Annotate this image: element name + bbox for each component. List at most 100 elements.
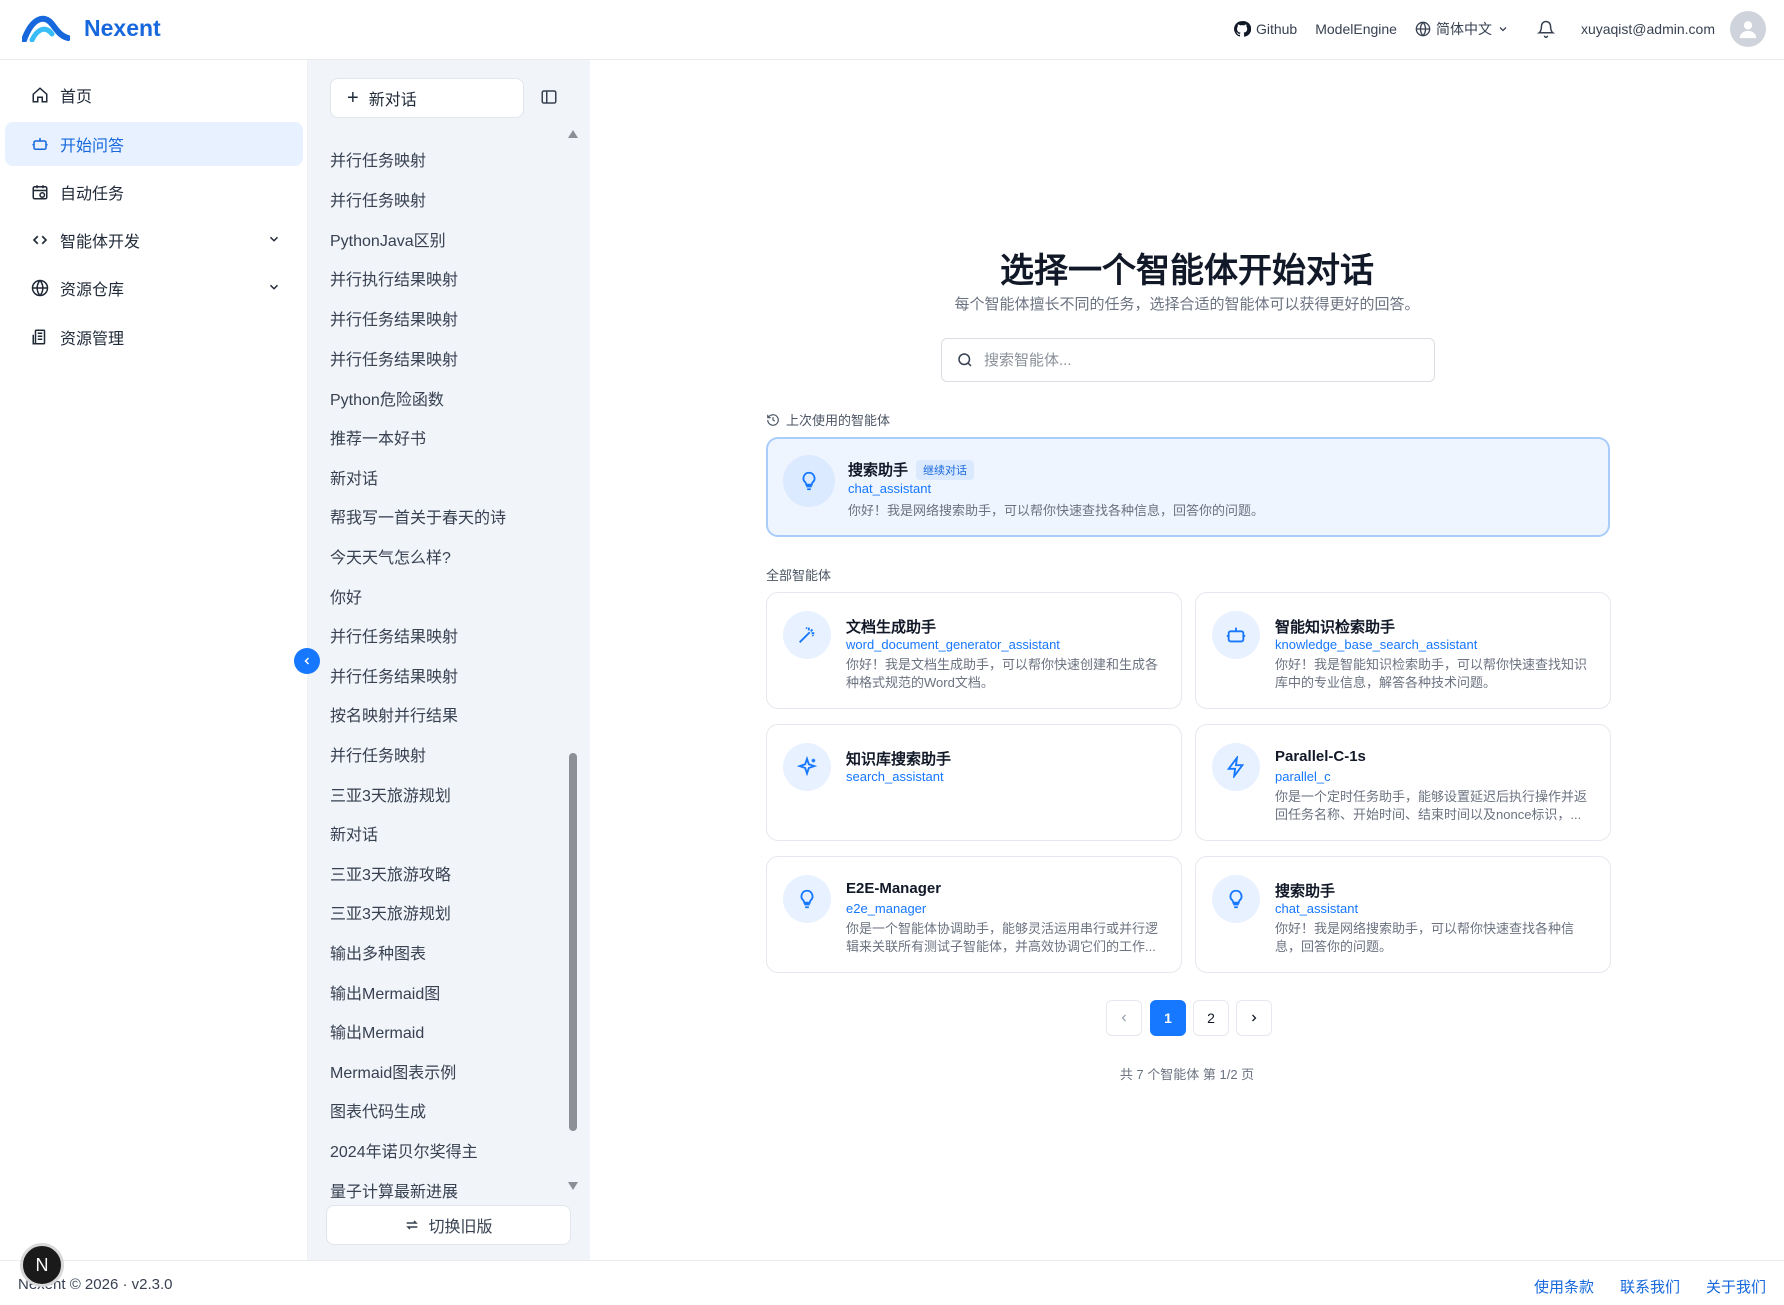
agent-avatar [783,455,835,507]
sidebar-item-agent-dev[interactable]: 智能体开发 [5,218,303,262]
footer-links: 使用条款 联系我们 关于我们 [1534,1276,1766,1297]
agent-search-box[interactable] [941,338,1435,382]
sidebar-item-resource-mgmt[interactable]: 资源管理 [5,315,303,359]
history-icon [767,413,779,426]
home-icon [30,85,50,105]
agent-avatar [783,743,831,791]
calendar-clock-icon [30,182,50,202]
history-item[interactable]: Mermaid图表示例 [330,1059,456,1083]
history-item[interactable]: 输出多种图表 [330,940,426,964]
history-item[interactable]: 并行执行结果映射 [330,266,458,290]
history-item[interactable]: 今天天气怎么样? [330,544,451,568]
history-item[interactable]: 三亚3天旅游规划 [330,782,451,806]
model-engine-link[interactable]: ModelEngine [1315,21,1397,37]
plus-icon: + [347,87,359,109]
footer-link-contact[interactable]: 联系我们 [1620,1276,1680,1297]
sidebar-toggle-icon[interactable] [540,88,558,106]
pagination-page-2[interactable]: 2 [1193,1000,1229,1036]
history-item[interactable]: Python危险函数 [330,386,444,410]
pagination-prev-button[interactable] [1106,1000,1142,1036]
pagination-page-1[interactable]: 1 [1150,1000,1186,1036]
history-item[interactable]: 帮我写一首关于春天的诗 [330,504,506,528]
footer-link-terms[interactable]: 使用条款 [1534,1276,1594,1297]
nexent-logo-icon [22,15,70,42]
collapse-history-button[interactable] [294,648,320,674]
history-item[interactable]: 图表代码生成 [330,1098,426,1122]
scrollbar-thumb[interactable] [569,753,577,1131]
agent-card[interactable]: 智能知识检索助手 knowledge_base_search_assistant… [1195,592,1611,709]
brand-logo[interactable]: Nexent [22,14,161,42]
floating-n-badge[interactable]: N [20,1243,64,1287]
agent-name: 智能知识检索助手 [1275,619,1396,636]
history-item[interactable]: 量子计算最新进展 [330,1178,458,1202]
robot-icon [30,134,50,154]
history-item[interactable]: 三亚3天旅游攻略 [330,861,451,885]
sidebar-item-start-qa[interactable]: 开始问答 [5,122,303,166]
history-item[interactable]: 2024年诺贝尔奖得主 [330,1138,478,1162]
bell-icon [1536,20,1555,38]
history-item[interactable]: 三亚3天旅游规划 [330,900,451,924]
swap-icon [406,1220,419,1230]
all-label-text: 全部智能体 [766,568,832,583]
sidebar-item-label: 自动任务 [60,186,125,203]
history-item[interactable]: 新对话 [330,465,378,489]
globe-icon [30,278,50,298]
agent-id: word_document_generator_assistant [846,637,1060,652]
agent-description: 你好！我是文档生成助手，可以帮你快速创建和生成各种格式规范的Word文档。 [846,657,1159,690]
history-item[interactable]: 并行任务映射 [330,147,426,171]
github-link[interactable]: Github [1233,20,1297,38]
agent-description: 你是一个智能体协调助手，能够灵活运用串行或并行逻辑来关联所有测试子智能体，并高效… [846,921,1159,954]
sidebar-item-label: 智能体开发 [60,234,141,251]
pagination-next-button[interactable] [1236,1000,1272,1036]
sidebar-item-label: 首页 [60,89,93,106]
scroll-down-arrow-icon[interactable] [568,1182,578,1190]
avatar[interactable] [1730,11,1766,47]
history-item[interactable]: 你好 [330,584,362,608]
user-menu[interactable]: xuyaqist@admin.com [1581,11,1766,47]
code-icon [30,230,50,250]
sidebar-item-label: 开始问答 [60,138,125,155]
history-item[interactable]: 并行任务映射 [330,187,426,211]
history-item[interactable]: 并行任务结果映射 [330,623,458,647]
agent-name: Parallel-C-1s [1275,748,1366,765]
sidebar-item-auto-tasks[interactable]: 自动任务 [5,170,303,214]
new-chat-button[interactable]: + 新对话 [330,78,524,118]
github-label: Github [1255,21,1298,37]
agent-card[interactable]: 搜索助手 chat_assistant 你好！我是网络搜索助手，可以帮你快速查找… [1195,856,1611,973]
agent-card[interactable]: 知识库搜索助手 search_assistant [766,724,1182,841]
footer: Nexent © 2026 · v2.3.0 使用条款 联系我们 关于我们 [0,1260,1784,1305]
agent-name: E2E-Manager [846,880,942,897]
history-item[interactable]: 输出Mermaid图 [330,980,440,1004]
sidebar-item-home[interactable]: 首页 [5,73,303,117]
history-item[interactable]: 并行任务结果映射 [330,306,458,330]
agent-id: e2e_manager [846,901,927,916]
history-item[interactable]: 新对话 [330,821,378,845]
agent-id: knowledge_base_search_assistant [1275,637,1478,652]
agent-id: chat_assistant [848,481,932,496]
language-select[interactable]: 简体中文 [1415,19,1509,39]
agent-card[interactable]: E2E-Manager e2e_manager 你是一个智能体协调助手，能够灵活… [766,856,1182,973]
agent-card[interactable]: Parallel-C-1s parallel_c 你是一个定时任务助手，能够设置… [1195,724,1611,841]
switch-old-version-button[interactable]: 切换旧版 [326,1205,571,1245]
scroll-up-arrow-icon[interactable] [568,130,578,138]
sidebar-item-resource-repo[interactable]: 资源仓库 [5,266,303,310]
history-item[interactable]: 按名映射并行结果 [330,702,458,726]
history-item[interactable]: PythonJava区别 [330,227,446,251]
recent-label-text: 上次使用的智能体 [786,413,891,428]
agent-name: 搜索助手 [1275,883,1336,900]
globe-icon [1415,21,1431,37]
history-item[interactable]: 输出Mermaid [330,1019,424,1043]
sidebar-item-label: 资源仓库 [60,282,125,299]
agent-avatar [1212,875,1260,923]
agent-card[interactable]: 文档生成助手 word_document_generator_assistant… [766,592,1182,709]
history-item[interactable]: 推荐一本好书 [330,425,426,449]
notifications-button[interactable] [1536,20,1555,38]
history-item[interactable]: 并行任务结果映射 [330,663,458,687]
continue-chat-badge[interactable]: 继续对话 [916,459,975,480]
search-input[interactable] [984,351,1404,369]
recent-agent-card[interactable]: 搜索助手 继续对话 chat_assistant 你好！我是网络搜索助手，可以帮… [766,437,1610,537]
footer-link-about[interactable]: 关于我们 [1706,1276,1766,1297]
history-item[interactable]: 并行任务映射 [330,742,426,766]
chevron-left-icon [1121,1014,1126,1022]
history-item[interactable]: 并行任务结果映射 [330,346,458,370]
